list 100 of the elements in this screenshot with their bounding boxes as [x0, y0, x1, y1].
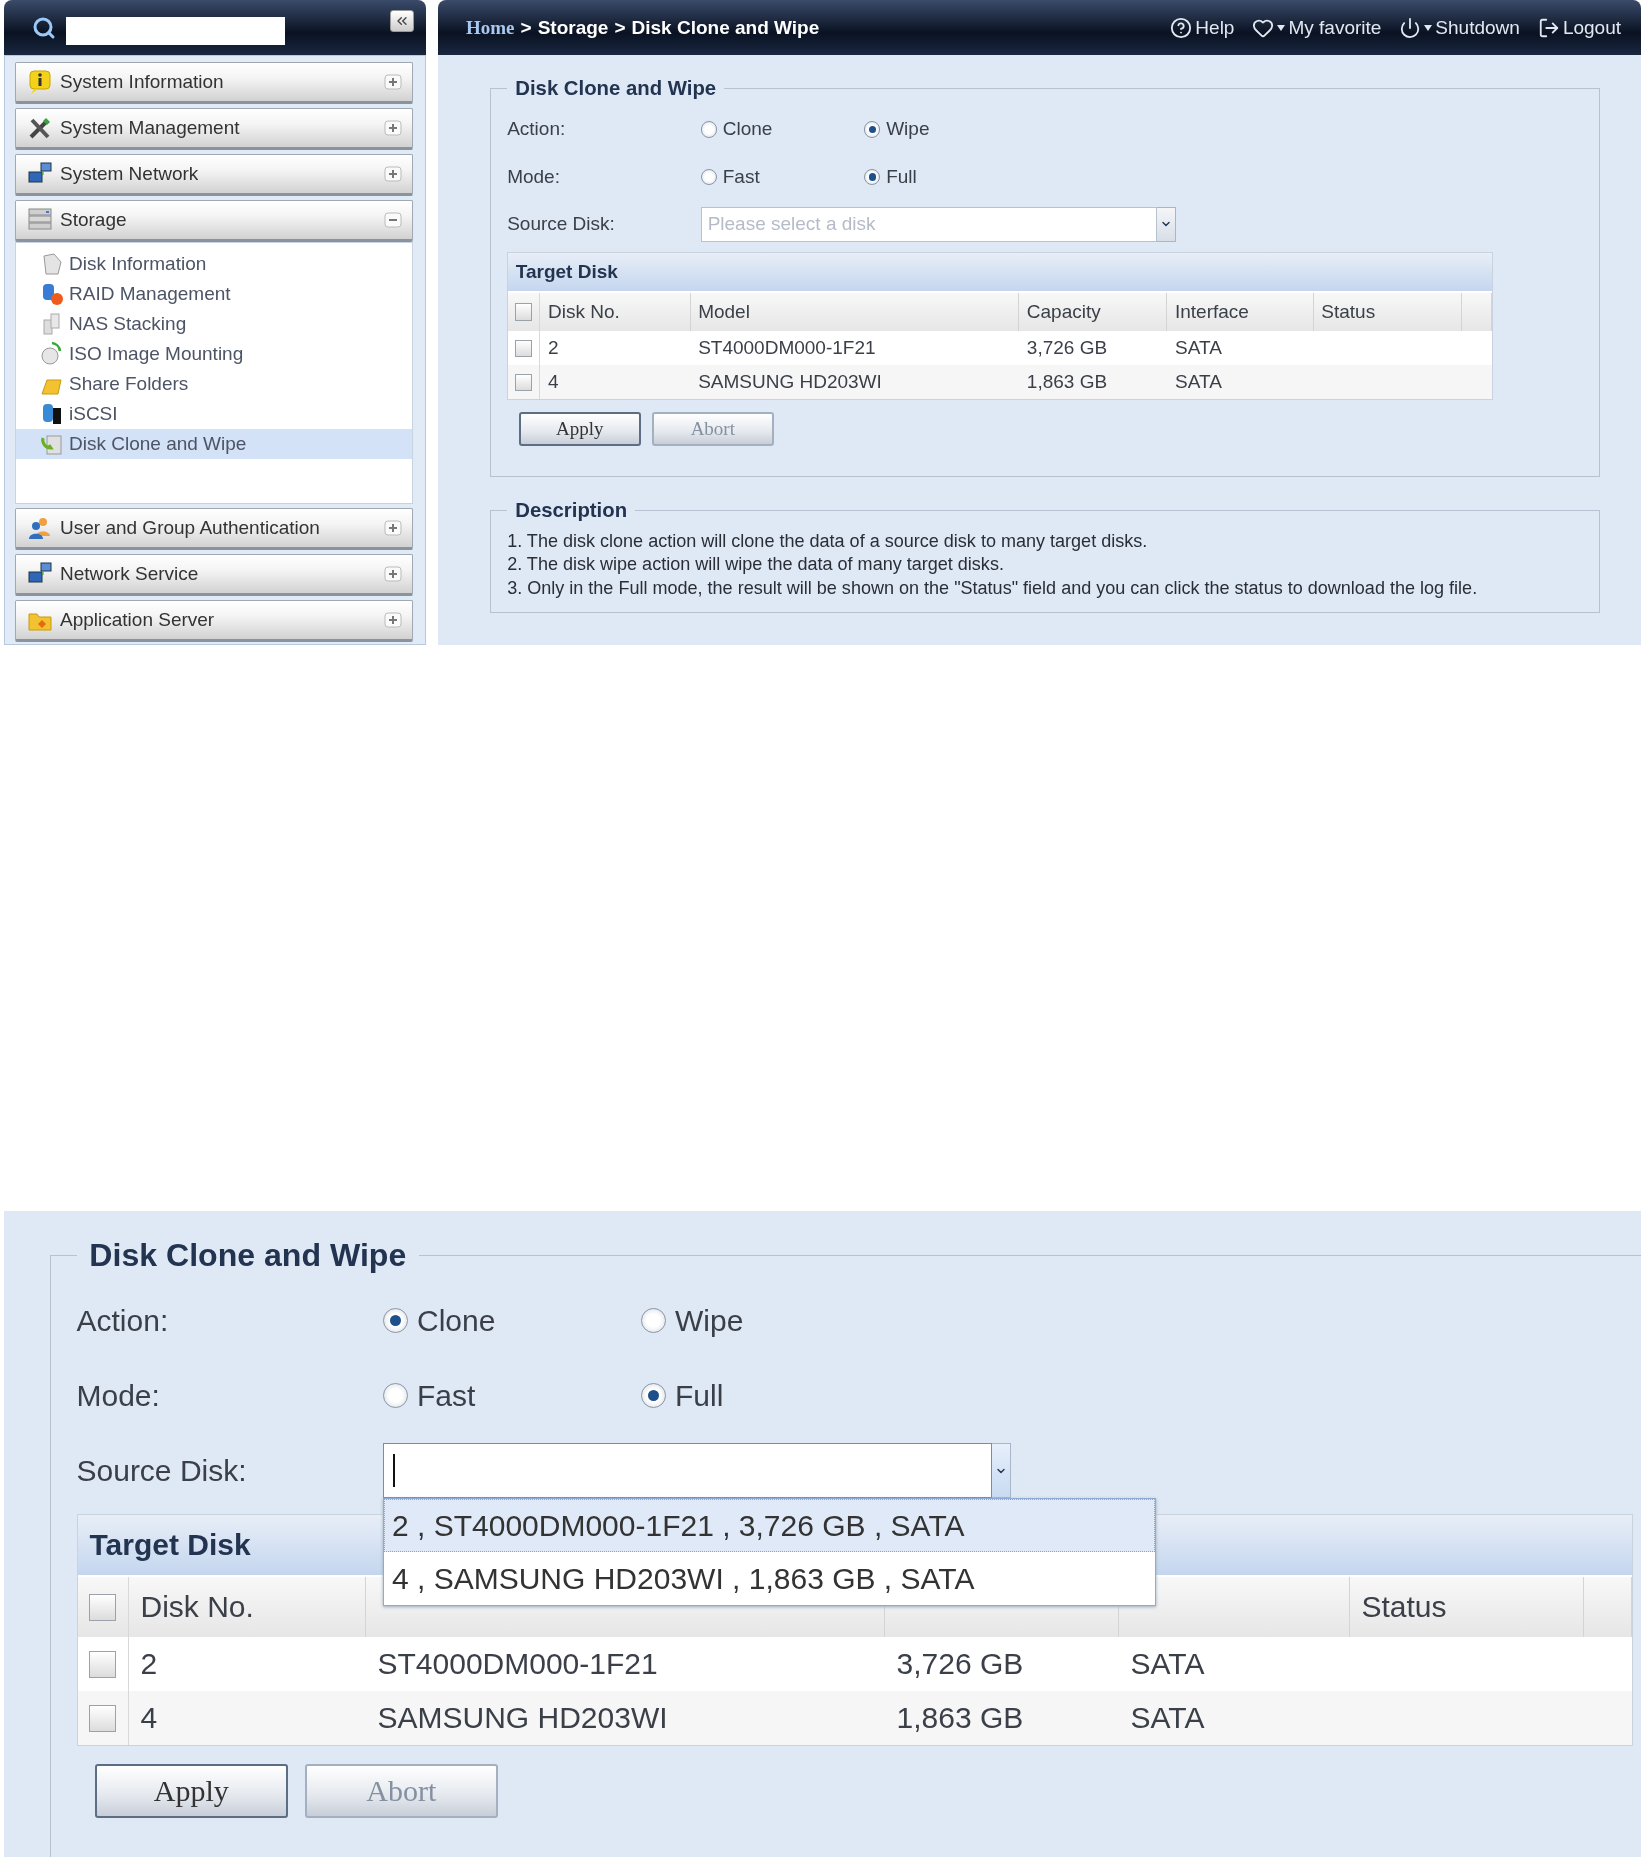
- breadcrumb-separator: >: [520, 16, 532, 39]
- expand-icon[interactable]: [384, 612, 402, 628]
- help-link[interactable]: Help: [1170, 16, 1235, 39]
- table-row[interactable]: 2 ST4000DM000-1F21 3,726 GB SATA: [508, 331, 1493, 366]
- nav-item[interactable]: Disk Information: [16, 249, 412, 279]
- checkbox[interactable]: [515, 303, 533, 321]
- nav-item[interactable]: NAS Stacking: [16, 309, 412, 339]
- expand-icon[interactable]: [384, 74, 402, 90]
- table-cell-text: 2: [139, 1646, 159, 1682]
- radio-label[interactable]: Fast: [722, 165, 760, 188]
- checkbox[interactable]: [515, 339, 533, 357]
- radio-button[interactable]: [382, 1382, 408, 1409]
- checkbox[interactable]: [515, 373, 533, 391]
- nav-group[interactable]: System Information: [15, 62, 413, 104]
- expand-icon[interactable]: [384, 166, 402, 182]
- radio-label[interactable]: Wipe: [886, 118, 930, 141]
- nav-group[interactable]: System Network: [15, 154, 413, 196]
- collapse-button[interactable]: [390, 10, 414, 32]
- nav-group[interactable]: Storage: [15, 200, 413, 242]
- radio-label[interactable]: Clone: [722, 118, 773, 141]
- search-icon: [32, 15, 56, 40]
- column-header[interactable]: Model: [690, 293, 1020, 331]
- description-line: 2. The disk wipe action will wipe the data of many target disks.: [507, 553, 1005, 577]
- section-header: Target Disk: [508, 253, 1493, 291]
- nav-group[interactable]: System Management: [15, 108, 413, 150]
- checkbox[interactable]: [89, 1704, 116, 1732]
- table-cell-text: SATA: [1174, 370, 1223, 395]
- logout-link[interactable]: Logout: [1537, 16, 1621, 39]
- caret-icon: [1424, 24, 1433, 31]
- checkbox[interactable]: [89, 1593, 116, 1621]
- table-cell-text: SATA: [1129, 1700, 1206, 1736]
- radio-button[interactable]: [640, 1382, 666, 1409]
- panel-title: Description: [514, 499, 629, 523]
- dropdown-option[interactable]: 4 , SAMSUNG HD203WI , 1,863 GB , SATA: [383, 1552, 1155, 1606]
- radio-button[interactable]: [382, 1307, 408, 1334]
- panel-title: Disk Clone and Wipe: [88, 1237, 408, 1274]
- apply-button[interactable]: Apply: [94, 1764, 288, 1818]
- dropdown-button[interactable]: [991, 1442, 1011, 1499]
- radio-button[interactable]: [700, 168, 718, 185]
- dropdown-option[interactable]: 2 , ST4000DM000-1F21 , 3,726 GB , SATA: [383, 1499, 1155, 1553]
- table-cell-text: 4: [547, 370, 560, 395]
- column-header[interactable]: Capacity: [1019, 293, 1168, 331]
- nav-item[interactable]: iSCSI: [16, 399, 412, 429]
- breadcrumb-separator: >: [614, 16, 626, 39]
- table-row[interactable]: 4 SAMSUNG HD203WI 1,863 GB SATA: [508, 365, 1493, 400]
- table-row[interactable]: 4 SAMSUNG HD203WI 1,863 GB SATA: [77, 1691, 1632, 1745]
- text-cursor: [392, 1454, 395, 1487]
- radio-label[interactable]: Wipe: [675, 1303, 744, 1338]
- field-label: Mode:: [76, 1378, 161, 1413]
- help-icon: [1170, 16, 1193, 39]
- radio-label[interactable]: Full: [886, 165, 917, 188]
- radio-button[interactable]: [864, 168, 881, 185]
- power-icon: [1399, 16, 1422, 39]
- breadcrumb-link[interactable]: Home: [466, 16, 515, 39]
- nav-group[interactable]: Network Service: [15, 554, 413, 596]
- radio-button[interactable]: [864, 121, 881, 138]
- table-row[interactable]: 2 ST4000DM000-1F21 3,726 GB SATA: [77, 1637, 1632, 1691]
- nav-item[interactable]: Share Folders: [16, 369, 412, 399]
- field-label: Action:: [507, 118, 567, 141]
- field-label: Source Disk:: [76, 1453, 248, 1488]
- radio-button[interactable]: [640, 1307, 666, 1334]
- search-field[interactable]: [66, 16, 285, 45]
- breadcrumb-item[interactable]: Storage: [537, 16, 609, 39]
- checkbox[interactable]: [89, 1650, 116, 1678]
- nav-group[interactable]: User and Group Authentication: [15, 508, 413, 550]
- table-cell-text: SAMSUNG HD203WI: [697, 370, 883, 395]
- favorite-link[interactable]: My favorite: [1252, 16, 1382, 39]
- nav-group[interactable]: Application Server: [15, 600, 413, 642]
- column-header[interactable]: Disk No.: [540, 293, 691, 331]
- radio-label[interactable]: Clone: [417, 1303, 496, 1338]
- table-cell-text: SATA: [1129, 1646, 1206, 1682]
- table-cell-text: 3,726 GB: [1025, 336, 1109, 361]
- table-cell-text: ST4000DM000-1F21: [697, 336, 877, 361]
- table-cell-text: ST4000DM000-1F21: [376, 1646, 659, 1682]
- radio-button[interactable]: [700, 121, 718, 138]
- table-cell-text: SAMSUNG HD203WI: [376, 1700, 669, 1736]
- apply-button[interactable]: Apply: [518, 411, 642, 446]
- panel-title: Disk Clone and Wipe: [514, 77, 718, 100]
- table-cell-text: 1,863 GB: [895, 1700, 1025, 1736]
- breadcrumb-item: Disk Clone and Wipe: [631, 16, 820, 39]
- table-cell-text: 2: [547, 336, 560, 361]
- source-disk-field[interactable]: [382, 1442, 992, 1499]
- nav-item[interactable]: ISO Image Mounting: [16, 339, 412, 369]
- info-icon: [26, 68, 54, 96]
- collapse-icon[interactable]: [384, 212, 402, 228]
- field-label: Action:: [76, 1303, 170, 1338]
- column-header[interactable]: Status: [1313, 293, 1462, 331]
- shutdown-link[interactable]: Shutdown: [1399, 16, 1520, 39]
- table-cell-text: SATA: [1174, 336, 1223, 361]
- nav-item[interactable]: Disk Clone and Wipe: [16, 429, 412, 459]
- logout-icon: [1537, 16, 1560, 39]
- radio-label[interactable]: Full: [675, 1378, 724, 1413]
- expand-icon[interactable]: [384, 120, 402, 136]
- column-header[interactable]: Interface: [1167, 293, 1314, 331]
- nav-item[interactable]: RAID Management: [16, 279, 412, 309]
- table-cell-text: 3,726 GB: [895, 1646, 1025, 1682]
- expand-icon[interactable]: [384, 520, 402, 536]
- description-line: 3. Only in the Full mode, the result will be shown on the "Status" field and you can click the status to download the log file.: [507, 576, 1479, 600]
- expand-icon[interactable]: [384, 566, 402, 582]
- radio-label[interactable]: Fast: [417, 1378, 476, 1413]
